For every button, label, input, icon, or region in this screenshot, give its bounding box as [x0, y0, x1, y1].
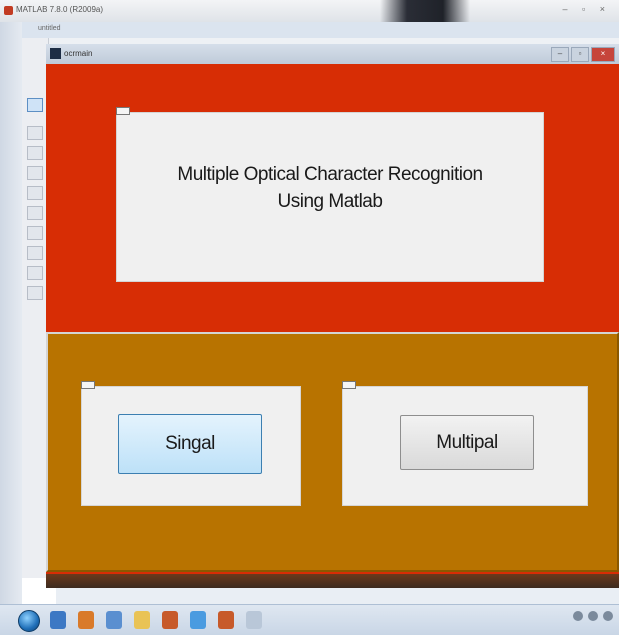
titlebar-shadow — [380, 0, 470, 22]
figure-window-controls: – ▫ × — [551, 47, 615, 62]
component-palette — [22, 38, 49, 578]
guide-title: untitled — [38, 25, 61, 32]
minimize-button[interactable]: – — [551, 47, 569, 62]
maximize-button[interactable]: ▫ — [571, 47, 589, 62]
folder-icon[interactable] — [134, 611, 150, 629]
document-icon[interactable] — [246, 611, 262, 629]
taskbar — [0, 604, 619, 635]
outer-window-controls[interactable]: – ▫ × — [563, 4, 611, 14]
pushbutton-tool-icon[interactable] — [27, 126, 43, 140]
multiple-panel: Multipal — [342, 381, 588, 506]
chrome-icon[interactable] — [190, 611, 206, 629]
app-title-line2: Using Matlab — [277, 191, 383, 212]
tray-icon[interactable] — [572, 611, 583, 621]
outer-window-title: MATLAB 7.8.0 (R2009a) — [16, 5, 104, 14]
listbox-tool-icon[interactable] — [27, 266, 43, 280]
static-text-tool-icon[interactable] — [27, 226, 43, 240]
panel-tag-marker — [342, 381, 356, 389]
button-panel: Singal Multipal — [46, 332, 619, 572]
radio-tool-icon[interactable] — [27, 166, 43, 180]
outer-window-titlebar: MATLAB 7.8.0 (R2009a) – ▫ × — [0, 0, 619, 23]
ie-icon[interactable] — [50, 611, 66, 629]
close-button[interactable]: × — [591, 47, 615, 62]
app-title: Multiple Optical Character Recognition U… — [117, 161, 543, 215]
media-icon[interactable] — [106, 611, 122, 629]
multiple-button[interactable]: Multipal — [400, 415, 534, 470]
figure-title: ocrmain — [64, 49, 93, 58]
app-title-line1: Multiple Optical Character Recognition — [177, 164, 483, 185]
select-arrow-icon[interactable] — [27, 98, 43, 112]
matlab-icon — [4, 6, 13, 15]
checkbox-tool-icon[interactable] — [27, 186, 43, 200]
matlab-taskbar-icon[interactable] — [162, 611, 178, 629]
figure-icon — [50, 48, 61, 59]
single-button[interactable]: Singal — [118, 414, 262, 474]
panel-tag-marker — [116, 107, 130, 115]
tray-icon[interactable] — [587, 611, 598, 621]
single-panel: Singal — [81, 381, 301, 506]
panel-tag-marker — [81, 381, 95, 389]
matlab-taskbar-icon-2[interactable] — [218, 611, 234, 629]
edit-text-tool-icon[interactable] — [27, 206, 43, 220]
tray-icon[interactable] — [603, 611, 613, 621]
toggle-tool-icon[interactable] — [27, 286, 43, 300]
figure-titlebar: ocrmain – ▫ × — [46, 44, 619, 65]
popup-menu-tool-icon[interactable] — [27, 246, 43, 260]
guide-titlebar: untitled — [22, 22, 619, 38]
editor-background — [56, 588, 619, 604]
firefox-icon[interactable] — [78, 611, 94, 629]
system-tray — [570, 611, 613, 621]
start-button[interactable] — [18, 610, 40, 632]
window-shadow — [46, 574, 619, 588]
figure-body: Multiple Optical Character Recognition U… — [46, 64, 619, 574]
title-panel: Multiple Optical Character Recognition U… — [116, 107, 544, 282]
slider-tool-icon[interactable] — [27, 146, 43, 160]
left-window-frame — [0, 22, 22, 612]
